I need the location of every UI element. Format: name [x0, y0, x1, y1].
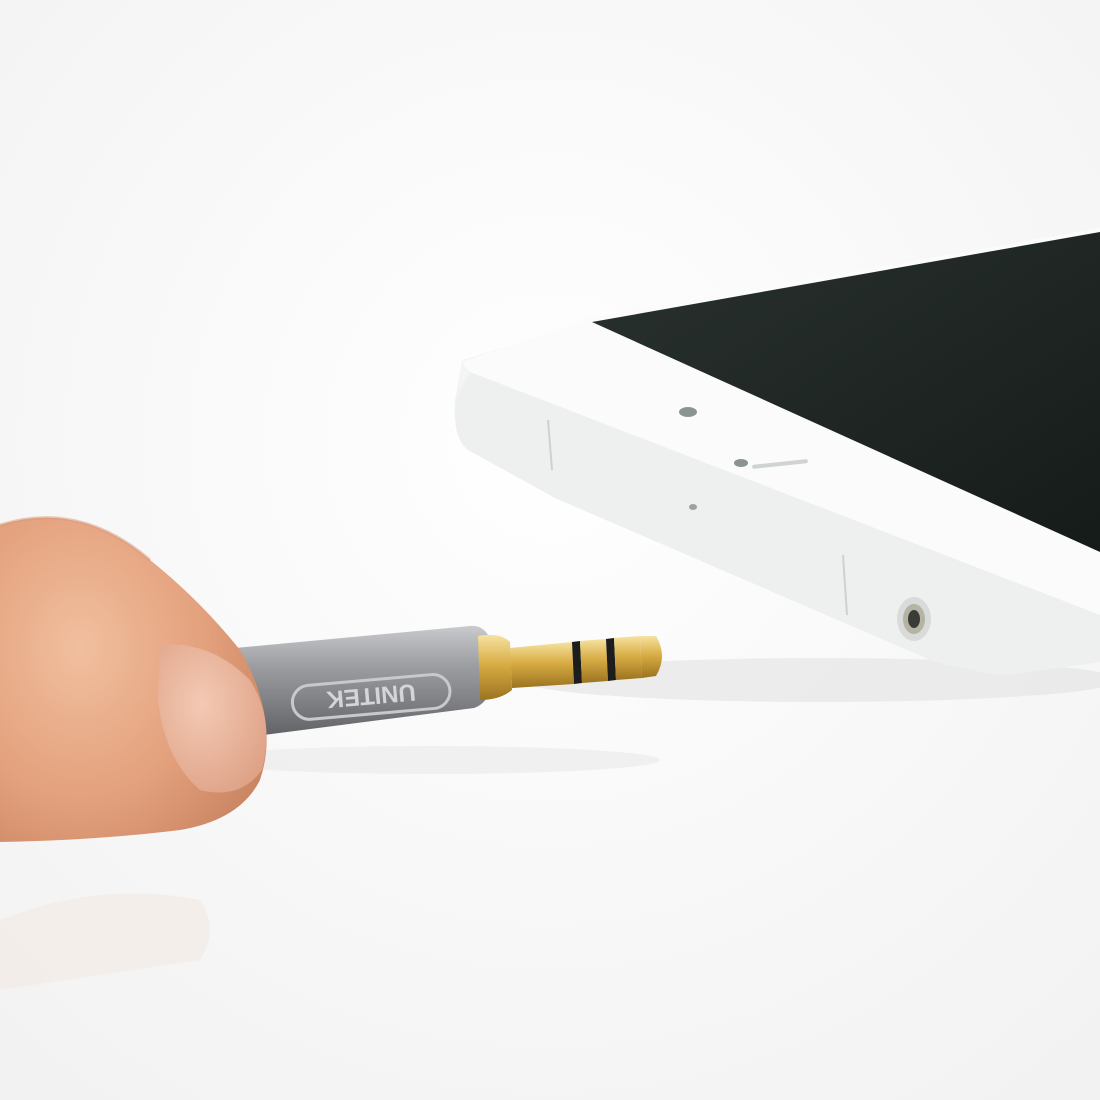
front-camera — [679, 407, 697, 417]
product-photo: UNITEK — [0, 0, 1100, 1100]
headphone-jack — [897, 597, 931, 641]
